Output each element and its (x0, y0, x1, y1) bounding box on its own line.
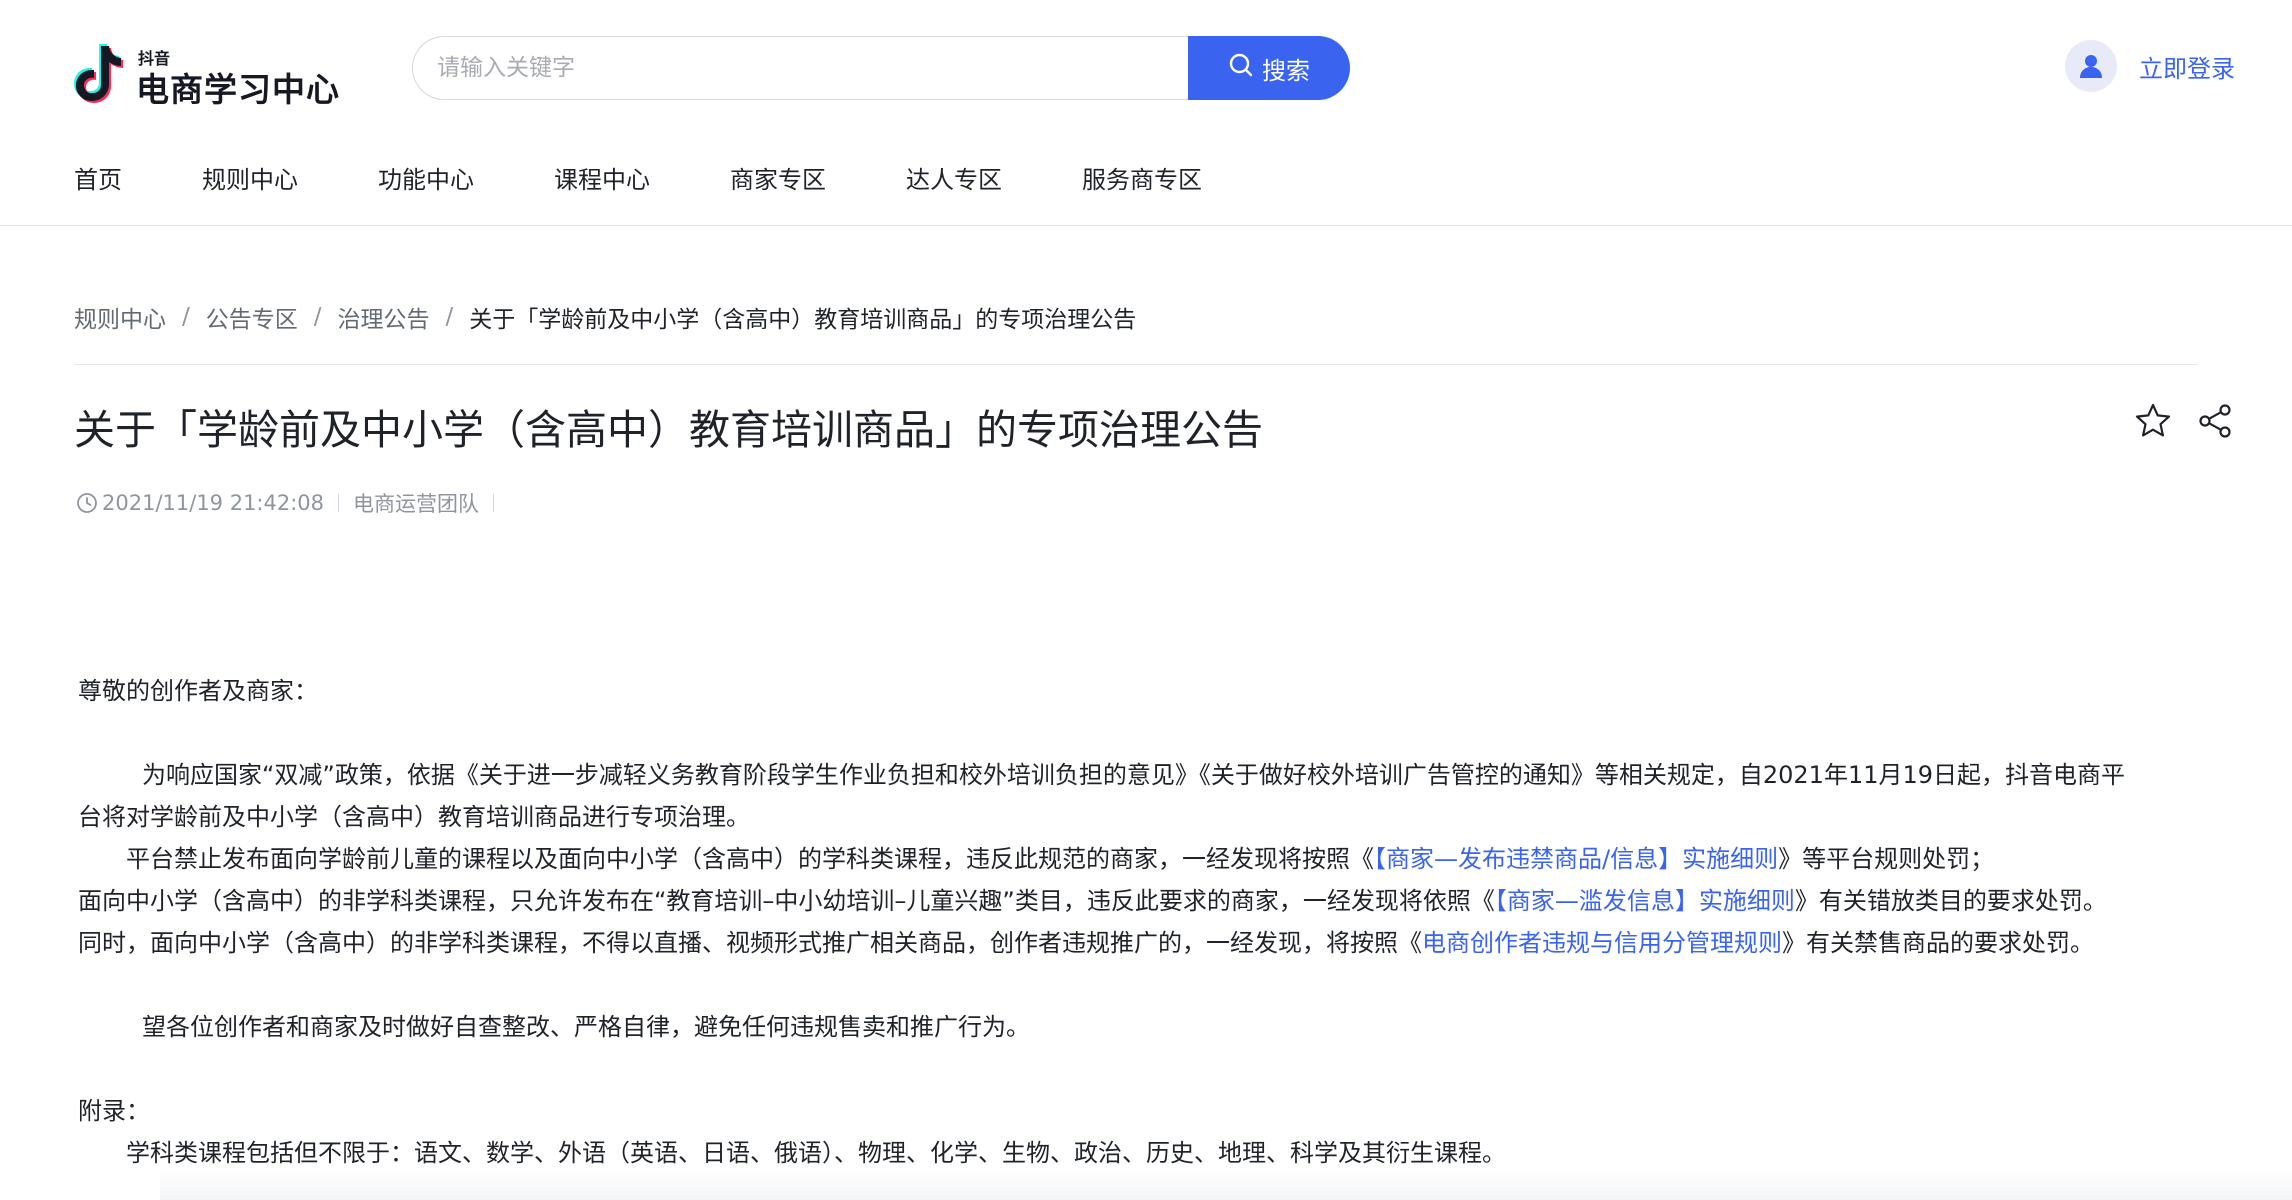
breadcrumb-separator: / (182, 304, 190, 330)
article-paragraph-2: 平台禁止发布面向学龄前儿童的课程以及面向中小学（含高中）的学科类课程，违反此规范… (78, 838, 2228, 880)
breadcrumb-current: 关于「学龄前及中小学（含高中）教育培训商品」的专项治理公告 (469, 307, 1137, 333)
rule-link-prohibited-goods[interactable]: 【商家—发布违禁商品/信息】实施细则 (1374, 845, 1778, 873)
rule-link-creator-credit[interactable]: 电商创作者违规与信用分管理规则 (1422, 929, 1782, 957)
appendix-text: 学科类课程包括但不限于：语文、数学、外语（英语、日语、俄语）、物理、化学、生物、… (126, 1139, 1506, 1167)
article-greeting: 尊敬的创作者及商家： (78, 677, 318, 705)
article-paragraph-1: 为响应国家“双减”政策，依据《关于进一步减轻义务教育阶段学生作业负担和校外培训负… (78, 754, 2228, 796)
search-bar: 搜索 (412, 36, 1350, 100)
clock-icon (76, 492, 98, 514)
nav-item-home[interactable]: 首页 (74, 160, 122, 195)
breadcrumb-separator: / (313, 304, 322, 330)
search-button-label: 搜索 (1262, 56, 1310, 85)
user-area: 立即登录 (2065, 40, 2235, 92)
star-icon[interactable] (2132, 400, 2174, 442)
breadcrumb-governance[interactable]: 治理公告 (338, 300, 430, 334)
search-button[interactable]: 搜索 (1188, 36, 1350, 100)
nav-item-merchants[interactable]: 商家专区 (730, 160, 826, 195)
user-avatar-icon[interactable] (2065, 40, 2117, 92)
share-icon[interactable] (2194, 400, 2236, 442)
article-paragraph-4: 同时，面向中小学（含高中）的非学科类课程，不得以直播、视频形式推广相关商品，创作… (78, 922, 2228, 964)
article-paragraph-3: 面向中小学（含高中）的非学科类课程，只允许发布在“教育培训–中小幼培训–儿童兴趣… (78, 880, 2228, 922)
paragraph-2-text-b: 》等平台规则处罚； (1778, 845, 1995, 873)
appendix-text-line: 学科类课程包括但不限于：语文、数学、外语（英语、日语、俄语）、物理、化学、生物、… (78, 1132, 2228, 1174)
meta-divider (338, 494, 340, 512)
paragraph-4-text-b: 》有关禁售商品的要求处罚。 (1782, 929, 2094, 957)
nav-item-creators[interactable]: 达人专区 (906, 160, 1002, 195)
breadcrumb-separator: / (445, 304, 454, 330)
page-title: 关于「学龄前及中小学（含高中）教育培训商品」的专项治理公告 (74, 406, 1263, 454)
paragraph-1-line-2: 台将对学龄前及中小学（含高中）教育培训商品进行专项治理。 (78, 803, 750, 831)
douyin-logo-icon (73, 44, 124, 106)
paragraph-4-text-a: 同时，面向中小学（含高中）的非学科类课程，不得以直播、视频形式推广相关商品，创作… (78, 929, 1422, 957)
article-body: 尊敬的创作者及商家： 为响应国家“双减”政策，依据《关于进一步减轻义务教育阶段学… (78, 670, 2228, 1174)
search-input[interactable] (412, 36, 1188, 100)
search-icon (1228, 52, 1254, 84)
nav-item-courses[interactable]: 课程中心 (554, 160, 650, 195)
breadcrumb-divider (74, 364, 2198, 365)
rule-link-spam-info[interactable]: 【商家—滥发信息】实施细则 (1495, 887, 1795, 915)
site-header: 抖音 电商学习中心 搜索 立即登录 首页 规则中心 功能中心 (0, 0, 2292, 226)
login-link[interactable]: 立即登录 (2139, 49, 2235, 84)
nav-item-features[interactable]: 功能中心 (378, 160, 474, 195)
meta-divider (493, 494, 495, 512)
paragraph-5-text: 望各位创作者和商家及时做好自查整改、严格自律，避免任何违规售卖和推广行为。 (142, 1013, 1030, 1041)
paragraph-2-text-a: 平台禁止发布面向学龄前儿童的课程以及面向中小学（含高中）的学科类课程，违反此规范… (126, 845, 1374, 873)
bottom-shadow (160, 1170, 2292, 1200)
breadcrumb-rules-center[interactable]: 规则中心 (74, 300, 166, 334)
breadcrumb: 规则中心 / 公告专区 / 治理公告 / 关于「学龄前及中小学（含高中）教育培训… (74, 300, 1136, 334)
logo-brand-small: 抖音 (138, 49, 171, 68)
paragraph-3-text-a: 面向中小学（含高中）的非学科类课程，只允许发布在“教育培训–中小幼培训–儿童兴趣… (78, 887, 1495, 915)
article-author: 电商运营团队 (353, 492, 480, 516)
site-logo[interactable]: 抖音 电商学习中心 (73, 36, 340, 109)
nav-item-service-providers[interactable]: 服务商专区 (1082, 160, 1202, 195)
paragraph-1-line-1: 为响应国家“双减”政策，依据《关于进一步减轻义务教育阶段学生作业负担和校外培训负… (142, 761, 2126, 789)
article-paragraph-5: 望各位创作者和商家及时做好自查整改、严格自律，避免任何违规售卖和推广行为。 (78, 1006, 2228, 1048)
title-actions (2132, 400, 2236, 442)
publish-datetime: 2021/11/19 21:42:08 (102, 491, 325, 515)
appendix-label: 附录： (78, 1097, 150, 1125)
paragraph-3-text-b: 》有关错放类目的要求处罚。 (1794, 887, 2107, 915)
nav-item-rules[interactable]: 规则中心 (202, 160, 298, 195)
article-meta: 2021/11/19 21:42:08 电商运营团队 (76, 488, 508, 518)
logo-title: 电商学习中心 (136, 70, 340, 109)
breadcrumb-announcements[interactable]: 公告专区 (206, 300, 298, 334)
main-nav: 首页 规则中心 功能中心 课程中心 商家专区 达人专区 服务商专区 (74, 160, 1282, 195)
